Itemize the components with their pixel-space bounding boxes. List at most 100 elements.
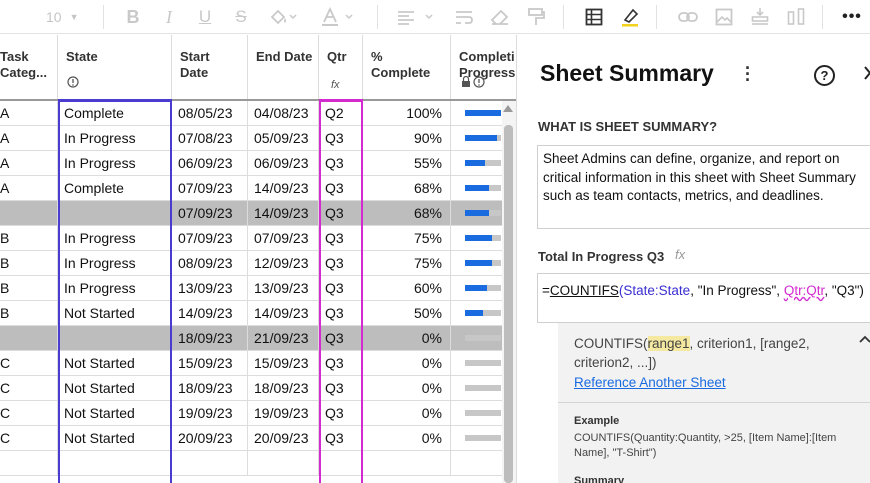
scroll-up-arrow-icon[interactable]	[503, 105, 513, 112]
pct-complete-cell[interactable]: 68%	[363, 176, 451, 200]
bold-icon[interactable]: B	[124, 7, 142, 27]
font-size-dropdown[interactable]: 10 ▼	[46, 7, 86, 27]
highlight-icon[interactable]	[620, 7, 640, 27]
column-header-state[interactable]: State	[58, 35, 172, 99]
qtr-cell[interactable]: Q3	[319, 276, 363, 300]
wrap-icon[interactable]	[454, 7, 474, 27]
qtr-cell[interactable]: Q3	[319, 151, 363, 175]
qtr-cell[interactable]: Q3	[319, 326, 363, 350]
start-date-cell[interactable]: 06/09/23	[172, 151, 248, 175]
start-date-cell[interactable]: 08/05/23	[172, 101, 248, 125]
pct-complete-cell[interactable]: 0%	[363, 401, 451, 425]
category-cell[interactable]: C	[0, 351, 58, 375]
column-width-icon[interactable]	[786, 7, 806, 27]
table-row[interactable]: A Complete 07/09/23 14/09/23 Q3 68%	[0, 176, 516, 201]
state-cell[interactable]	[58, 201, 172, 225]
end-date-cell[interactable]	[248, 451, 319, 475]
qtr-cell[interactable]: Q3	[319, 251, 363, 275]
end-date-cell[interactable]: 05/09/23	[248, 126, 319, 150]
state-cell[interactable]: In Progress	[58, 126, 172, 150]
collapse-panel-icon[interactable]	[863, 63, 870, 87]
state-cell[interactable]: Not Started	[58, 426, 172, 450]
end-date-cell[interactable]: 07/09/23	[248, 226, 319, 250]
pct-complete-cell[interactable]: 68%	[363, 201, 451, 225]
format-painter-icon[interactable]	[526, 7, 546, 27]
category-cell[interactable]: A	[0, 176, 58, 200]
state-cell[interactable]: Not Started	[58, 351, 172, 375]
category-cell[interactable]: C	[0, 426, 58, 450]
end-date-cell[interactable]: 19/09/23	[248, 401, 319, 425]
category-cell[interactable]: B	[0, 226, 58, 250]
start-date-cell[interactable]: 07/09/23	[172, 201, 248, 225]
qtr-cell[interactable]: Q3	[319, 376, 363, 400]
end-date-cell[interactable]: 15/09/23	[248, 351, 319, 375]
qtr-cell[interactable]: Q3	[319, 176, 363, 200]
reference-another-sheet-link[interactable]: Reference Another Sheet	[574, 375, 726, 390]
start-date-cell[interactable]: 07/08/23	[172, 126, 248, 150]
start-date-cell[interactable]: 07/09/23	[172, 176, 248, 200]
state-cell[interactable]: Not Started	[58, 376, 172, 400]
pct-complete-cell[interactable]: 0%	[363, 376, 451, 400]
category-cell[interactable]: C	[0, 401, 58, 425]
help-icon[interactable]: ?	[814, 65, 835, 86]
start-date-cell[interactable]: 19/09/23	[172, 401, 248, 425]
start-date-cell[interactable]: 07/09/23	[172, 226, 248, 250]
qtr-cell[interactable]: Q3	[319, 401, 363, 425]
end-date-cell[interactable]: 12/09/23	[248, 251, 319, 275]
qtr-cell[interactable]: Q3	[319, 126, 363, 150]
column-header-pct-complete[interactable]: % Complete	[363, 35, 451, 99]
category-cell[interactable]: A	[0, 126, 58, 150]
table-row[interactable]: C Not Started 19/09/23 19/09/23 Q3 0%	[0, 401, 516, 426]
start-date-cell[interactable]: 08/09/23	[172, 251, 248, 275]
pct-complete-cell[interactable]: 55%	[363, 151, 451, 175]
table-row[interactable]: C Not Started 20/09/23 20/09/23 Q3 0%	[0, 426, 516, 451]
table-row[interactable]: B In Progress 07/09/23 07/09/23 Q3 75%	[0, 226, 516, 251]
eraser-icon[interactable]	[490, 7, 510, 27]
formula-input[interactable]: =COUNTIFS(State:State, "In Progress", Qt…	[537, 273, 870, 323]
category-cell[interactable]	[0, 326, 58, 350]
more-icon[interactable]: •••	[840, 7, 864, 27]
category-cell[interactable]: C	[0, 376, 58, 400]
category-cell[interactable]: A	[0, 101, 58, 125]
end-date-cell[interactable]: 04/08/23	[248, 101, 319, 125]
start-date-cell[interactable]: 20/09/23	[172, 426, 248, 450]
state-cell[interactable]: In Progress	[58, 251, 172, 275]
qtr-cell[interactable]	[319, 451, 363, 475]
pct-complete-cell[interactable]: 0%	[363, 326, 451, 350]
qtr-cell[interactable]: Q3	[319, 351, 363, 375]
end-date-cell[interactable]: 21/09/23	[248, 326, 319, 350]
pct-complete-cell[interactable]: 0%	[363, 426, 451, 450]
start-date-cell[interactable]: 13/09/23	[172, 276, 248, 300]
qtr-cell[interactable]: Q2	[319, 101, 363, 125]
pct-complete-cell[interactable]: 50%	[363, 301, 451, 325]
category-cell[interactable]: A	[0, 151, 58, 175]
link-icon[interactable]	[678, 7, 698, 27]
category-cell[interactable]	[0, 451, 58, 475]
pct-complete-cell[interactable]: 75%	[363, 251, 451, 275]
table-row[interactable]: A In Progress 07/08/23 05/09/23 Q3 90%	[0, 126, 516, 151]
text-color-icon[interactable]	[320, 7, 356, 27]
qtr-cell[interactable]: Q3	[319, 226, 363, 250]
table-row[interactable]: A Complete 08/05/23 04/08/23 Q2 100%	[0, 101, 516, 126]
end-date-cell[interactable]: 18/09/23	[248, 376, 319, 400]
qtr-cell[interactable]: Q3	[319, 426, 363, 450]
grid-icon[interactable]	[584, 7, 604, 27]
end-date-cell[interactable]: 14/09/23	[248, 176, 319, 200]
state-cell[interactable]: In Progress	[58, 226, 172, 250]
pct-complete-cell[interactable]: 75%	[363, 226, 451, 250]
column-header-end-date[interactable]: End Date	[248, 35, 319, 99]
parent-row[interactable]: 18/09/23 21/09/23 Q3 0%	[0, 326, 516, 351]
end-date-cell[interactable]: 13/09/23	[248, 276, 319, 300]
state-cell[interactable]: In Progress	[58, 276, 172, 300]
state-cell[interactable]: In Progress	[58, 151, 172, 175]
scrollbar-thumb[interactable]	[504, 125, 513, 483]
table-row[interactable]: B In Progress 08/09/23 12/09/23 Q3 75%	[0, 251, 516, 276]
column-header-category[interactable]: Task Categ...	[0, 35, 58, 99]
pct-complete-cell[interactable]	[363, 451, 451, 475]
table-row[interactable]: B In Progress 13/09/23 13/09/23 Q3 60%	[0, 276, 516, 301]
table-row[interactable]: C Not Started 18/09/23 18/09/23 Q3 0%	[0, 376, 516, 401]
end-date-cell[interactable]: 06/09/23	[248, 151, 319, 175]
end-date-cell[interactable]: 14/09/23	[248, 301, 319, 325]
pct-complete-cell[interactable]: 0%	[363, 351, 451, 375]
start-date-cell[interactable]: 15/09/23	[172, 351, 248, 375]
